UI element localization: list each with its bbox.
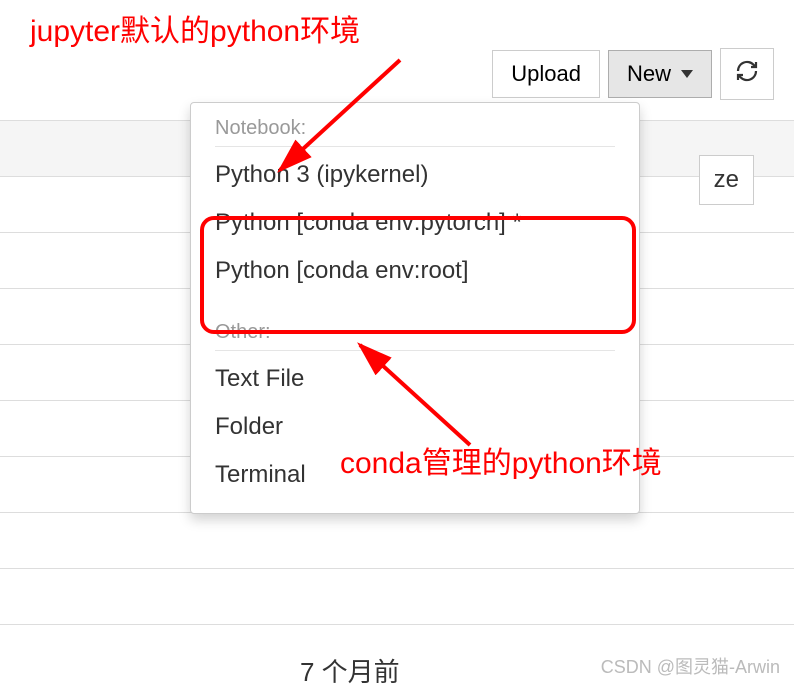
toolbar: Upload New bbox=[492, 48, 774, 100]
new-terminal[interactable]: Terminal bbox=[191, 451, 639, 499]
new-button[interactable]: New bbox=[608, 50, 712, 98]
new-folder[interactable]: Folder bbox=[191, 403, 639, 451]
kernel-python3[interactable]: Python 3 (ipykernel) bbox=[191, 151, 639, 199]
other-section-header: Other: bbox=[215, 315, 615, 351]
kernel-conda-pytorch[interactable]: Python [conda env:pytorch] * bbox=[191, 199, 639, 247]
watermark: CSDN @图灵猫-Arwin bbox=[601, 653, 780, 679]
kernel-conda-root[interactable]: Python [conda env:root] bbox=[191, 247, 639, 295]
timestamp-fragment: 7 个月前 bbox=[300, 652, 400, 689]
list-row bbox=[0, 568, 794, 624]
new-text-file[interactable]: Text File bbox=[191, 355, 639, 403]
new-dropdown: Notebook: Python 3 (ipykernel) Python [c… bbox=[190, 102, 640, 514]
notebook-section-header: Notebook: bbox=[215, 111, 615, 147]
new-button-label: New bbox=[627, 61, 671, 87]
upload-button[interactable]: Upload bbox=[492, 50, 600, 98]
list-row bbox=[0, 512, 794, 568]
annotation-default-kernel-label: jupyter默认的python环境 bbox=[30, 6, 360, 50]
refresh-button[interactable] bbox=[720, 48, 774, 100]
refresh-icon bbox=[735, 59, 759, 89]
caret-down-icon bbox=[681, 70, 693, 78]
size-column-fragment: ze bbox=[699, 155, 754, 205]
